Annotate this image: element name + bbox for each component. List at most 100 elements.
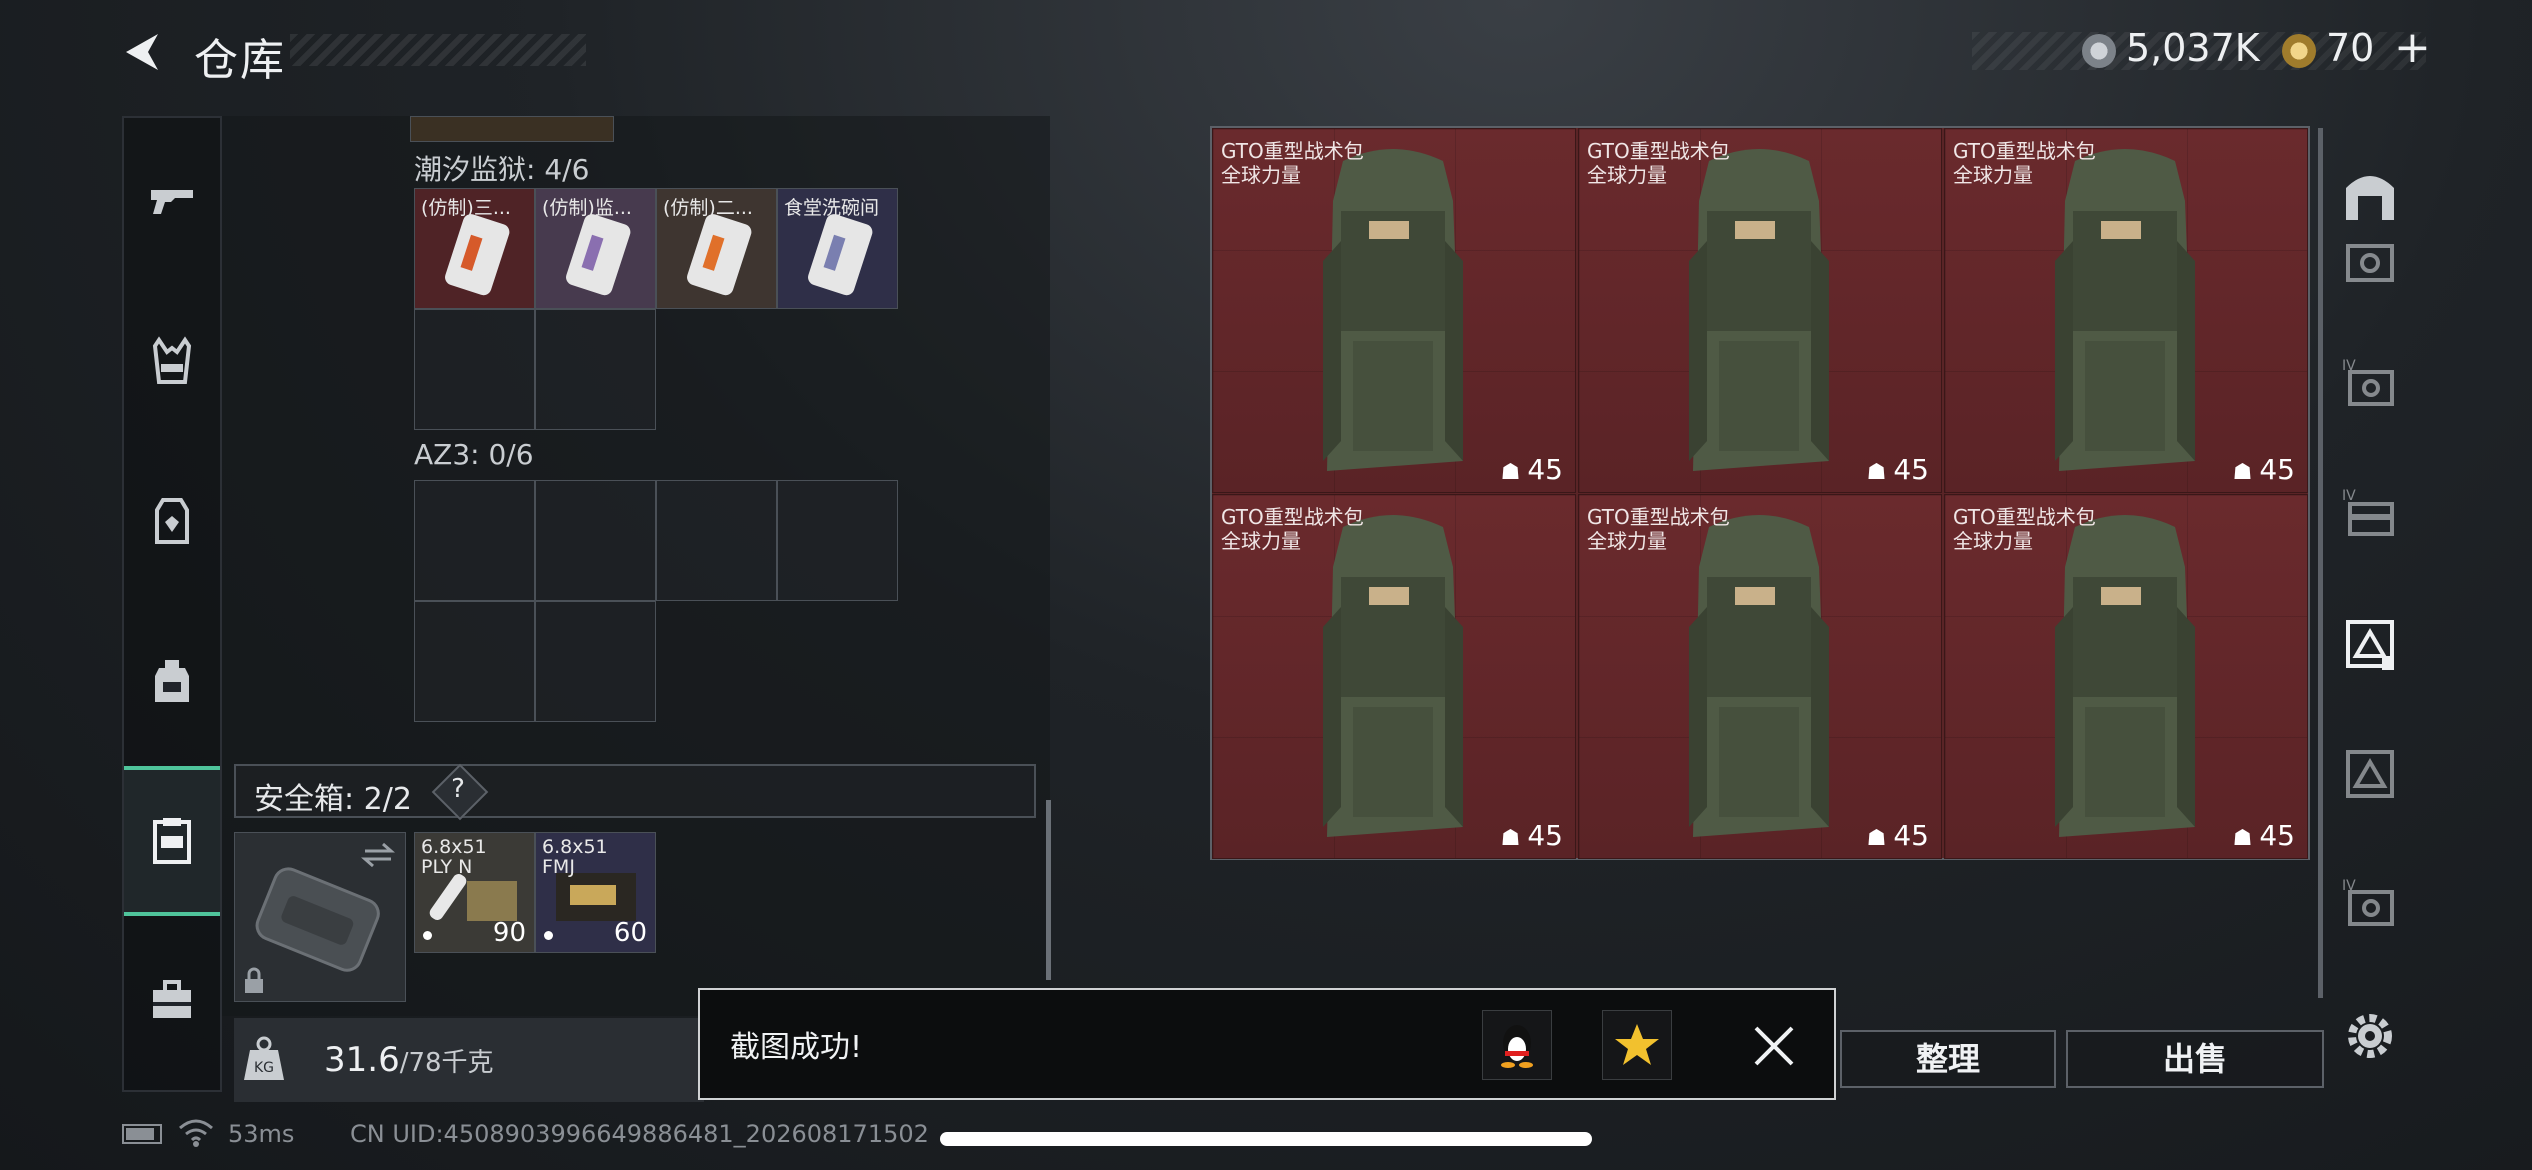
empty-slot[interactable] <box>414 601 535 722</box>
sidebar-item-backpack[interactable] <box>124 606 220 756</box>
add-currency-button[interactable]: + <box>2394 22 2431 73</box>
settings-gear-icon[interactable] <box>2342 1008 2398 1064</box>
item-weight: ☗ 45 <box>2232 819 2295 852</box>
ammo-dot-icon <box>544 931 553 940</box>
container-grid-az3 <box>414 480 904 724</box>
warehouse-item-backpack[interactable]: GTO重型战术包 全球力量 ☗ 45 <box>1944 494 2308 859</box>
close-icon[interactable] <box>1752 1024 1796 1068</box>
item-count: 60 <box>613 918 647 948</box>
title-decoration <box>290 34 586 66</box>
page-title: 仓库 <box>194 35 286 86</box>
left-sidebar <box>122 116 222 1092</box>
item-weight: ☗ 45 <box>1500 819 1563 852</box>
warehouse-item-backpack[interactable]: GTO重型战术包 全球力量 ☗ 45 <box>1212 494 1576 859</box>
share-qq-button[interactable] <box>1482 1010 1552 1080</box>
item-weight: ☗ 45 <box>1866 819 1929 852</box>
empty-slot[interactable] <box>535 309 656 430</box>
inventory-item-key-2[interactable]: (仿制)监... <box>535 188 656 309</box>
warehouse-item-backpack[interactable]: GTO重型战术包 全球力量 ☗ 45 <box>1578 494 1942 859</box>
item-owner: 全球力量 <box>1587 529 1667 553</box>
empty-slot[interactable] <box>777 480 898 601</box>
warehouse-home-icon[interactable] <box>2340 166 2400 226</box>
key-card-icon <box>808 214 873 296</box>
weight-current: 31.6 <box>324 1040 400 1080</box>
backpack-icon <box>2055 149 2195 471</box>
safe-box-header: 安全箱: 2/2 <box>234 764 1036 818</box>
item-weight: ☗ 45 <box>2232 453 2295 486</box>
empty-slot[interactable] <box>414 309 535 430</box>
armor-icon <box>155 498 189 544</box>
backpack-icon <box>155 660 189 702</box>
svg-text:KG: KG <box>254 1060 274 1076</box>
empty-slot[interactable] <box>414 480 535 601</box>
previous-item-edge <box>410 116 614 142</box>
sidebar-item-weapons[interactable] <box>124 126 220 276</box>
share-qzone-button[interactable] <box>1602 1010 1672 1080</box>
backpack-icon <box>1323 515 1463 837</box>
item-weight: ☗ 45 <box>1866 453 1929 486</box>
item-owner: 全球力量 <box>1221 163 1301 187</box>
currency-gold-amount: 70 <box>2326 26 2375 70</box>
item-name: (仿制)二... <box>663 197 753 219</box>
container-label-az3: AZ3: 0/6 <box>414 438 534 471</box>
briefcase-icon <box>153 980 191 1018</box>
backpack-icon <box>1323 149 1463 471</box>
warehouse-tabs-scrollbar[interactable] <box>2318 128 2323 998</box>
safe-case-icon <box>255 867 380 972</box>
item-weight: ☗ 45 <box>1500 453 1563 486</box>
wifi-icon <box>179 1119 213 1147</box>
inventory-item-key-4[interactable]: 食堂洗碗间 <box>777 188 898 309</box>
toast-message: 截图成功! <box>730 1030 863 1065</box>
storage-tab-iv-folder-icon[interactable]: IV <box>2340 486 2400 546</box>
empty-slot[interactable] <box>656 480 777 601</box>
item-owner: 全球力量 <box>1953 529 2033 553</box>
storage-tab-triangle-icon[interactable] <box>2340 746 2400 806</box>
inventory-item-key-1[interactable]: (仿制)三... <box>414 188 535 309</box>
warehouse-item-backpack[interactable]: GTO重型战术包 全球力量 ☗ 45 <box>1578 128 1942 493</box>
sidebar-item-briefcase[interactable] <box>124 926 220 1076</box>
warehouse-grid: GTO重型战术包 全球力量 ☗ 45 GTO重型战术包 全球力量 ☗ 45 GT… <box>1210 126 2310 860</box>
warehouse-item-backpack[interactable]: GTO重型战术包 全球力量 ☗ 45 <box>1212 128 1576 493</box>
home-indicator[interactable] <box>940 1132 1592 1146</box>
safe-box-label: 安全箱: 2/2 <box>254 782 412 817</box>
sidebar-item-vest[interactable] <box>124 286 220 436</box>
lock-icon <box>245 967 263 993</box>
empty-slot[interactable] <box>535 601 656 722</box>
gun-icon <box>151 190 193 214</box>
sell-button[interactable]: 出售 <box>2066 1030 2324 1088</box>
item-name: (仿制)监... <box>542 197 632 219</box>
back-arrow-icon[interactable] <box>118 30 166 74</box>
currency-silver-amount: 5,037K <box>2126 26 2260 70</box>
backpack-icon <box>1689 515 1829 837</box>
sidebar-item-safe-box[interactable] <box>124 766 220 916</box>
key-card-icon <box>566 214 631 296</box>
sidebar-item-armor[interactable] <box>124 446 220 596</box>
sort-button[interactable]: 整理 <box>1840 1030 2056 1088</box>
container-grid-tidal-prison: (仿制)三... (仿制)监... (仿制)二... 食堂洗碗间 <box>414 188 904 432</box>
inventory-item-ammo-fmj[interactable]: 6.8x51 FMJ 60 <box>535 832 656 953</box>
item-name: 6.8x51 PLY N <box>421 836 487 878</box>
item-owner: 全球力量 <box>1953 163 2033 187</box>
empty-slot[interactable] <box>535 480 656 601</box>
inventory-item-key-3[interactable]: (仿制)二... <box>656 188 777 309</box>
safe-box-container[interactable] <box>234 832 406 1002</box>
item-count: 90 <box>492 918 526 948</box>
left-panel-scrollbar[interactable] <box>1046 800 1051 980</box>
storage-tab-iv-icon[interactable]: IV <box>2340 356 2400 416</box>
user-uid: CN UID:4508903996649886481_202608171502 <box>350 1120 929 1148</box>
svg-text:IV: IV <box>2342 488 2356 504</box>
storage-tab-active-icon[interactable] <box>2340 616 2400 676</box>
key-card-icon <box>445 214 510 296</box>
weight-kg-icon: KG <box>244 1036 284 1080</box>
storage-tab-iv-2-icon[interactable]: IV <box>2340 876 2400 936</box>
coin-gold-icon <box>2282 34 2316 68</box>
inventory-item-ammo-ply[interactable]: 6.8x51 PLY N 90 <box>414 832 535 953</box>
item-name: (仿制)三... <box>421 197 511 219</box>
safe-box-icon <box>153 818 191 864</box>
backpack-icon <box>2055 515 2195 837</box>
swap-icon[interactable] <box>361 841 395 869</box>
container-label-tidal-prison: 潮汐监狱: 4/6 <box>414 153 590 186</box>
warehouse-item-backpack[interactable]: GTO重型战术包 全球力量 ☗ 45 <box>1944 128 2308 493</box>
storage-tab-icon[interactable] <box>2340 236 2400 296</box>
item-name: 6.8x51 FMJ <box>542 836 608 878</box>
